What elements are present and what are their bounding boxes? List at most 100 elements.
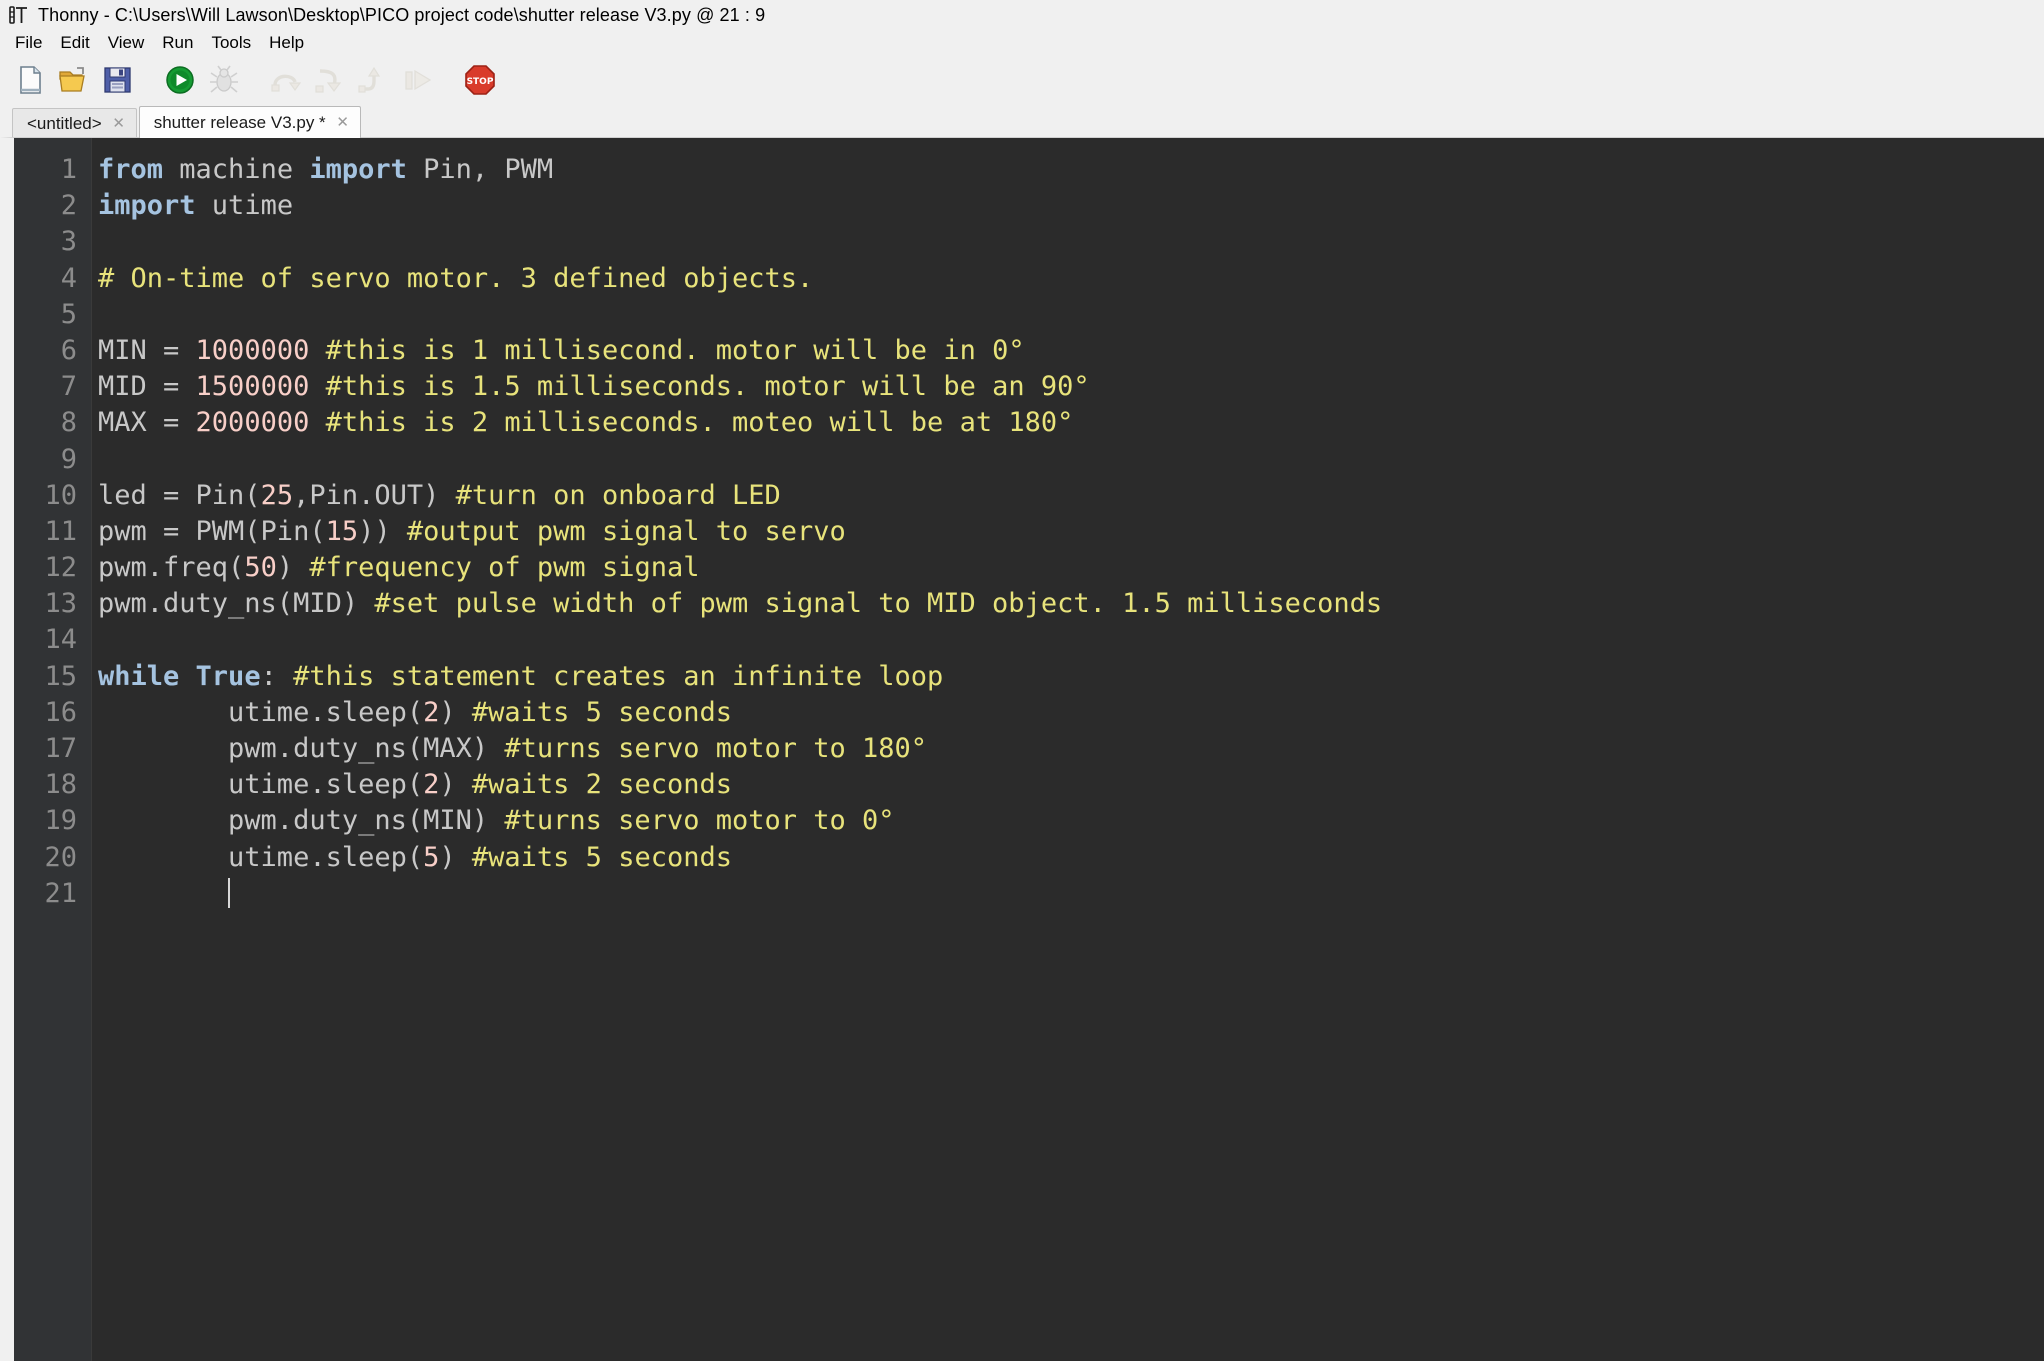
code-token-cmt: #waits 5 seconds <box>471 696 732 728</box>
code-token-num: 25 <box>260 479 294 511</box>
code-line: pwm.duty_ns(MAX) #turns servo motor to 1… <box>98 731 2044 767</box>
code-line: # On-time of servo motor. 3 defined obje… <box>98 261 2044 297</box>
code-line: pwm.freq(50) #frequency of pwm signal <box>98 550 2044 586</box>
code-token-plain: utime.sleep( <box>98 769 424 801</box>
code-token-num: 15 <box>325 515 359 547</box>
line-number: 2 <box>60 190 77 222</box>
code-line: import utime <box>98 188 2044 224</box>
tab-label: shutter release V3.py * <box>153 112 326 132</box>
code-token-num: 2 <box>423 696 440 728</box>
menu-bar: File Edit View Run Tools Help <box>0 30 2044 56</box>
open-folder-icon[interactable] <box>54 60 94 100</box>
code-token-plain: pwm.duty_ns(MIN) <box>98 805 505 837</box>
tab-shutter-release-v3[interactable]: shutter release V3.py * ✕ <box>138 106 361 138</box>
line-number: 13 <box>44 588 77 620</box>
window-title: Thonny - C:\Users\Will Lawson\Desktop\PI… <box>38 4 766 25</box>
close-icon[interactable]: ✕ <box>336 115 350 130</box>
code-token-plain: pwm = PWM(Pin( <box>98 515 326 547</box>
code-token-cmt: #turns servo motor to 0° <box>504 805 895 837</box>
code-token-plain: Pin, PWM <box>406 154 554 185</box>
line-number: 5 <box>60 298 77 330</box>
thonny-window: Thonny - C:\Users\Will Lawson\Desktop\PI… <box>0 0 2044 1361</box>
code-token-plain: utime.sleep( <box>98 841 424 873</box>
menu-item-run[interactable]: Run <box>153 31 202 55</box>
code-token-plain: pwm.duty_ns(MAX) <box>98 733 505 764</box>
code-token-plain: ) <box>276 552 310 584</box>
code-token-cmt: #this is 2 milliseconds. moteo will be a… <box>325 407 1074 439</box>
code-token-cmt: #this is 1.5 milliseconds. motor will be… <box>325 371 1090 403</box>
text-caret <box>228 877 231 908</box>
menu-item-view[interactable]: View <box>99 31 154 55</box>
line-number: 19 <box>44 805 77 837</box>
code-line: while True: #this statement creates an i… <box>98 659 2044 695</box>
code-token-plain: MID = <box>98 371 196 403</box>
tab-label: <untitled> <box>27 113 102 133</box>
menu-item-help[interactable]: Help <box>260 31 313 55</box>
code-line: utime.sleep(2) #waits 5 seconds <box>98 695 2044 731</box>
line-number: 1 <box>60 154 77 185</box>
line-number: 12 <box>44 552 77 584</box>
code-token-plain: machine <box>163 154 310 185</box>
code-token-cmt: #waits 2 seconds <box>471 769 732 801</box>
code-token-plain: utime.sleep( <box>98 696 424 728</box>
menu-item-tools[interactable]: Tools <box>202 31 260 55</box>
tab-untitled[interactable]: <untitled> ✕ <box>12 108 137 138</box>
menu-item-file[interactable]: File <box>6 31 51 55</box>
run-icon[interactable] <box>160 60 200 100</box>
code-line: MAX = 2000000 #this is 2 milliseconds. m… <box>98 405 2044 441</box>
step-over-icon <box>266 60 306 100</box>
line-number: 3 <box>60 226 77 258</box>
code-token-num: 1500000 <box>195 371 310 403</box>
code-token-num: 5 <box>423 841 440 873</box>
code-token-num: 1000000 <box>195 334 310 366</box>
close-icon[interactable]: ✕ <box>112 116 126 131</box>
line-number: 9 <box>60 443 77 475</box>
code-token-num: 2 <box>423 769 440 801</box>
code-token-cmt: #output pwm signal to servo <box>406 515 846 547</box>
code-line: from machine import Pin, PWM <box>98 152 2044 188</box>
line-number: 6 <box>60 334 77 366</box>
line-number: 8 <box>60 407 77 439</box>
menu-item-edit[interactable]: Edit <box>51 31 98 55</box>
line-number: 20 <box>44 841 77 873</box>
line-number: 10 <box>44 479 77 511</box>
code-line: utime.sleep(5) #waits 5 seconds <box>98 840 2044 876</box>
save-icon[interactable] <box>98 60 138 100</box>
code-editor[interactable]: 1 2 3 4 5 6 7 8 9 10 11 12 13 14 15 16 17 18 19 20 21 from m… <box>0 137 2044 1361</box>
code-text-area[interactable]: from machine import Pin, PWM import utime… <box>92 138 2044 1361</box>
toolbar-separator-3 <box>442 80 456 81</box>
code-token-kw: import <box>309 154 407 185</box>
editor-tab-bar: <untitled> ✕ shutter release V3.py * ✕ <box>0 104 2044 138</box>
code-line: pwm.duty_ns(MIN) #turns servo motor to 0… <box>98 803 2044 839</box>
resume-icon <box>398 60 438 100</box>
line-number: 7 <box>60 371 77 403</box>
code-token-plain: ,Pin.OUT) <box>293 479 456 511</box>
toolbar: STOP <box>0 56 2044 104</box>
line-number: 15 <box>44 660 77 692</box>
code-token-plain: ) <box>439 841 472 873</box>
code-token-plain: MIN = <box>98 334 196 366</box>
code-line <box>98 876 2044 912</box>
code-token-plain: : <box>260 660 294 692</box>
line-number: 17 <box>44 733 77 764</box>
code-token-cmt: #this is 1 millisecond. motor will be in… <box>325 334 1025 366</box>
code-token-num: 50 <box>244 552 277 584</box>
code-token-plain: pwm.freq( <box>98 552 245 584</box>
code-token-plain: utime <box>195 190 294 222</box>
code-token-cmt: #frequency of pwm signal <box>309 552 700 584</box>
code-token-plain: led = Pin( <box>98 479 261 511</box>
code-token-plain: )) <box>358 515 407 547</box>
stop-icon[interactable]: STOP <box>460 60 500 100</box>
new-file-icon[interactable] <box>10 60 50 100</box>
toolbar-separator <box>142 80 156 81</box>
line-number-gutter: 1 2 3 4 5 6 7 8 9 10 11 12 13 14 15 16 17 18 19 20 21 <box>14 138 92 1361</box>
code-token-cmt: #waits 5 seconds <box>471 841 732 873</box>
code-token-cmt: #turn on onboard LED <box>455 479 781 511</box>
code-token-kw: import <box>98 190 196 222</box>
code-token-num: 2000000 <box>195 407 310 439</box>
